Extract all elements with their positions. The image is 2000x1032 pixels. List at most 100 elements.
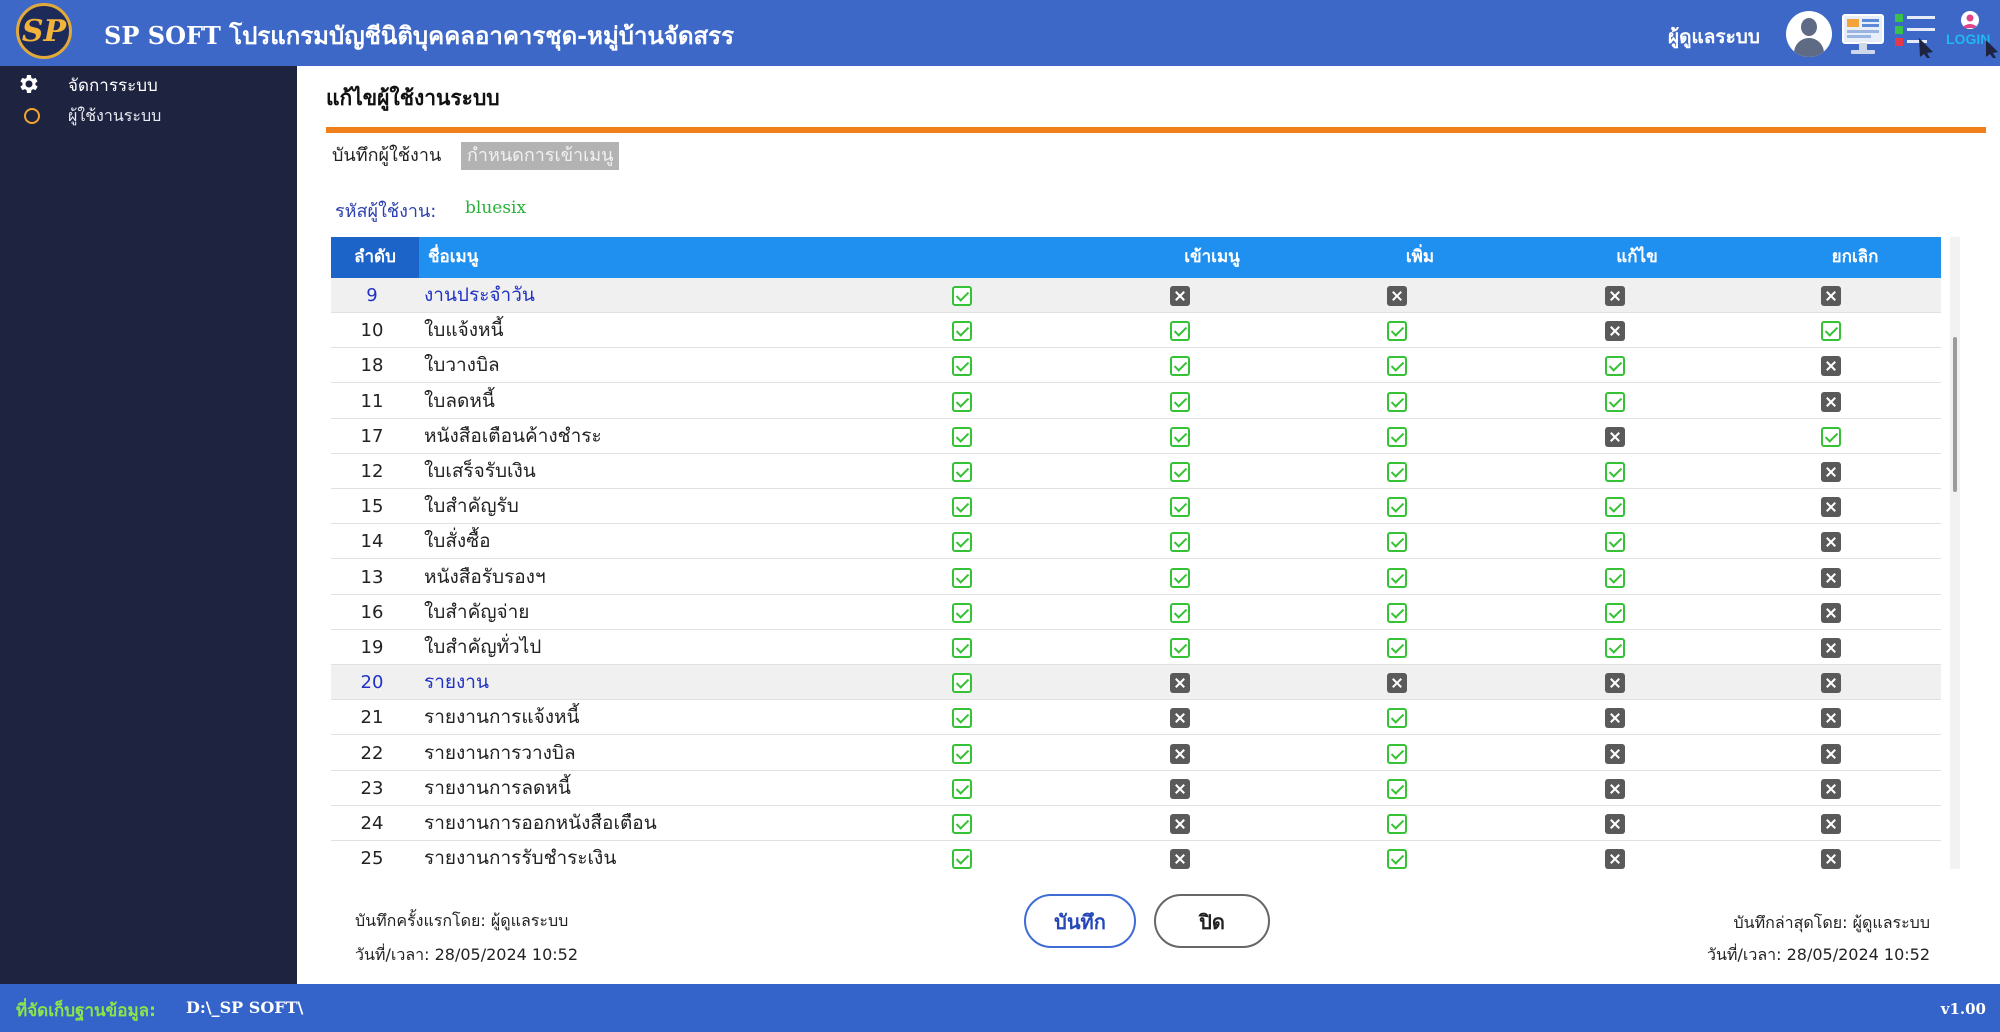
column-header-edit[interactable]: แก้ไข: [1597, 237, 1677, 278]
table-row[interactable]: 24 รายงานการออกหนังสือเตือน: [331, 806, 1941, 841]
enter-permission-checkbox[interactable]: [952, 602, 972, 623]
enter-permission-checkbox[interactable]: [952, 814, 972, 834]
cancel-permission-checkbox[interactable]: [1605, 497, 1625, 518]
edit-permission-checkbox[interactable]: [1387, 356, 1407, 377]
column-header-name[interactable]: ชื่อเมนู: [428, 237, 628, 278]
edit-permission-checkbox[interactable]: [1387, 849, 1407, 869]
sidebar-item-system-management[interactable]: จัดการระบบ: [0, 68, 297, 98]
table-row[interactable]: 11 ใบลดหนี้: [331, 383, 1941, 419]
table-row[interactable]: 16 ใบสำคัญจ่าย: [331, 594, 1941, 630]
add-permission-checkbox[interactable]: [1170, 462, 1190, 482]
cancel-permission-checkbox[interactable]: [1605, 286, 1625, 306]
delete-permission-checkbox[interactable]: [1821, 391, 1841, 412]
table-row[interactable]: 17 หนังสือเตือนค้างชำระ: [331, 418, 1941, 454]
table-row[interactable]: 25 รายงานการรับชำระเงิน: [331, 841, 1941, 869]
enter-permission-checkbox[interactable]: [952, 497, 972, 518]
add-permission-checkbox[interactable]: [1170, 532, 1190, 553]
enter-permission-checkbox[interactable]: [952, 778, 972, 799]
column-header-seq[interactable]: ลำดับ: [331, 237, 419, 278]
cancel-permission-checkbox[interactable]: [1605, 356, 1625, 377]
cancel-permission-checkbox[interactable]: [1605, 426, 1625, 447]
delete-permission-checkbox[interactable]: [1821, 602, 1841, 623]
table-row[interactable]: 21 รายงานการแจ้งหนี้: [331, 700, 1941, 736]
enter-permission-checkbox[interactable]: [952, 321, 972, 342]
table-scrollbar[interactable]: [1950, 237, 1960, 869]
enter-permission-checkbox[interactable]: [952, 849, 972, 869]
enter-permission-checkbox[interactable]: [952, 391, 972, 412]
table-row[interactable]: 19 ใบสำคัญทั่วไป: [331, 630, 1941, 665]
close-button[interactable]: ปิด: [1154, 894, 1270, 948]
cancel-permission-checkbox[interactable]: [1605, 391, 1625, 412]
column-header-cancel[interactable]: ยกเลิก: [1815, 237, 1895, 278]
table-row[interactable]: 22 รายงานการวางบิล: [331, 735, 1941, 771]
table-row[interactable]: 13 หนังสือรับรองฯ: [331, 559, 1941, 595]
edit-permission-checkbox[interactable]: [1387, 778, 1407, 799]
edit-permission-checkbox[interactable]: [1387, 602, 1407, 623]
monitor-icon[interactable]: [1840, 10, 1886, 58]
cancel-permission-checkbox[interactable]: [1605, 743, 1625, 764]
enter-permission-checkbox[interactable]: [952, 462, 972, 482]
add-permission-checkbox[interactable]: [1170, 426, 1190, 447]
add-permission-checkbox[interactable]: [1170, 849, 1190, 869]
cancel-permission-checkbox[interactable]: [1605, 532, 1625, 553]
cancel-permission-checkbox[interactable]: [1605, 814, 1625, 834]
cancel-permission-checkbox[interactable]: [1605, 567, 1625, 588]
edit-permission-checkbox[interactable]: [1387, 743, 1407, 764]
delete-permission-checkbox[interactable]: [1821, 462, 1841, 482]
delete-permission-checkbox[interactable]: [1821, 356, 1841, 377]
add-permission-checkbox[interactable]: [1170, 286, 1190, 306]
column-header-add[interactable]: เพิ่ม: [1380, 237, 1460, 278]
table-row[interactable]: 18 ใบวางบิล: [331, 348, 1941, 384]
delete-permission-checkbox[interactable]: [1821, 708, 1841, 729]
add-permission-checkbox[interactable]: [1170, 321, 1190, 342]
edit-permission-checkbox[interactable]: [1387, 426, 1407, 447]
cancel-permission-checkbox[interactable]: [1605, 778, 1625, 799]
login-icon[interactable]: LOGIN: [1946, 10, 2000, 58]
edit-permission-checkbox[interactable]: [1387, 638, 1407, 658]
enter-permission-checkbox[interactable]: [952, 286, 972, 306]
edit-permission-checkbox[interactable]: [1387, 391, 1407, 412]
user-avatar-icon[interactable]: [1786, 11, 1832, 57]
add-permission-checkbox[interactable]: [1170, 391, 1190, 412]
add-permission-checkbox[interactable]: [1170, 638, 1190, 658]
delete-permission-checkbox[interactable]: [1821, 743, 1841, 764]
add-permission-checkbox[interactable]: [1170, 814, 1190, 834]
edit-permission-checkbox[interactable]: [1387, 497, 1407, 518]
enter-permission-checkbox[interactable]: [952, 532, 972, 553]
add-permission-checkbox[interactable]: [1170, 673, 1190, 694]
delete-permission-checkbox[interactable]: [1821, 426, 1841, 447]
table-row[interactable]: 14 ใบสั่งซื้อ: [331, 524, 1941, 560]
enter-permission-checkbox[interactable]: [952, 743, 972, 764]
add-permission-checkbox[interactable]: [1170, 743, 1190, 764]
delete-permission-checkbox[interactable]: [1821, 321, 1841, 342]
edit-permission-checkbox[interactable]: [1387, 814, 1407, 834]
enter-permission-checkbox[interactable]: [952, 426, 972, 447]
cancel-permission-checkbox[interactable]: [1605, 462, 1625, 482]
tab-menu-access[interactable]: กำหนดการเข้าเมนู: [461, 142, 620, 170]
cancel-permission-checkbox[interactable]: [1605, 708, 1625, 729]
edit-permission-checkbox[interactable]: [1387, 462, 1407, 482]
column-header-enter[interactable]: เข้าเมนู: [1162, 237, 1262, 278]
add-permission-checkbox[interactable]: [1170, 567, 1190, 588]
enter-permission-checkbox[interactable]: [952, 708, 972, 729]
edit-permission-checkbox[interactable]: [1387, 321, 1407, 342]
table-row[interactable]: 10 ใบแจ้งหนี้: [331, 313, 1941, 349]
add-permission-checkbox[interactable]: [1170, 778, 1190, 799]
cancel-permission-checkbox[interactable]: [1605, 638, 1625, 658]
cancel-permission-checkbox[interactable]: [1605, 849, 1625, 869]
add-permission-checkbox[interactable]: [1170, 708, 1190, 729]
scrollbar-thumb[interactable]: [1953, 337, 1957, 492]
cancel-permission-checkbox[interactable]: [1605, 673, 1625, 694]
cancel-permission-checkbox[interactable]: [1605, 321, 1625, 342]
add-permission-checkbox[interactable]: [1170, 602, 1190, 623]
delete-permission-checkbox[interactable]: [1821, 673, 1841, 694]
table-row[interactable]: 9 งานประจำวัน: [331, 278, 1941, 313]
edit-permission-checkbox[interactable]: [1387, 708, 1407, 729]
delete-permission-checkbox[interactable]: [1821, 286, 1841, 306]
table-row[interactable]: 15 ใบสำคัญรับ: [331, 489, 1941, 525]
enter-permission-checkbox[interactable]: [952, 567, 972, 588]
edit-permission-checkbox[interactable]: [1387, 673, 1407, 694]
delete-permission-checkbox[interactable]: [1821, 778, 1841, 799]
table-row[interactable]: 20 รายงาน: [331, 665, 1941, 701]
edit-permission-checkbox[interactable]: [1387, 532, 1407, 553]
